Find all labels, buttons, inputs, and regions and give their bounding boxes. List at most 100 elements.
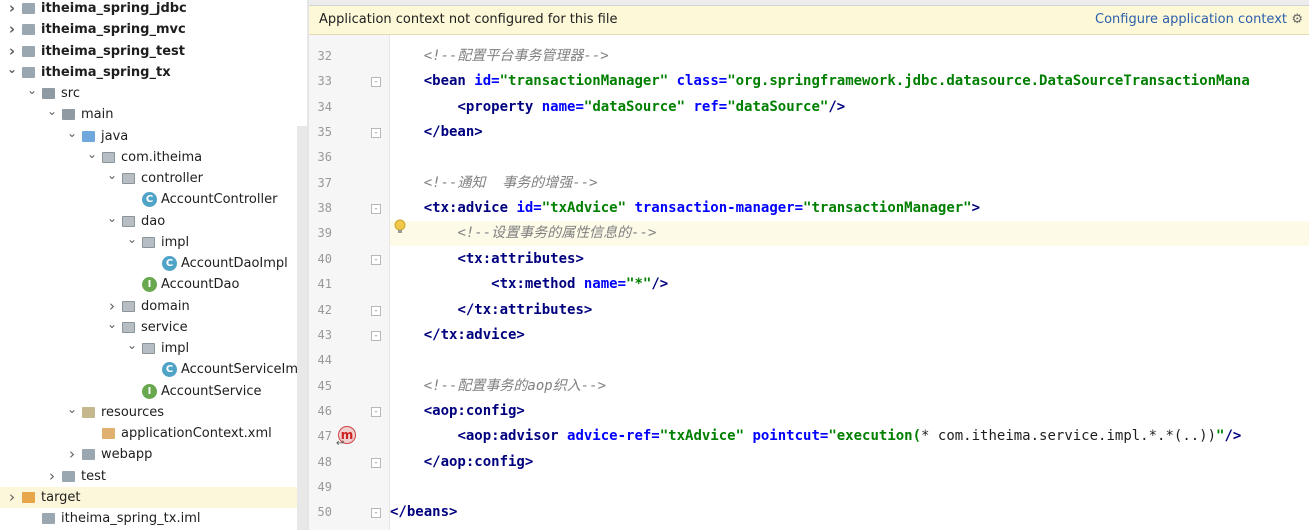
tree-item[interactable]: applicationContext.xml — [0, 423, 297, 444]
fold-marker-icon[interactable]: - — [371, 508, 381, 519]
chevron-down-icon[interactable]: ⌄ — [106, 211, 118, 232]
tree-item[interactable]: ⌄ com.itheima — [0, 147, 297, 168]
tree-item[interactable]: ⌄ src — [0, 83, 297, 104]
tree-item[interactable]: itheima_spring_tx.iml — [0, 508, 297, 529]
chevron-down-icon[interactable]: ⌄ — [26, 83, 38, 104]
tree-item[interactable]: ⌄ java — [0, 126, 297, 147]
line-number: 50 — [317, 505, 332, 520]
fold-marker-icon[interactable]: - — [371, 330, 381, 341]
tree-item[interactable]: › itheima_spring_jdbc — [0, 0, 297, 19]
tree-item-label: AccountDao — [161, 277, 240, 293]
interface-icon: I — [142, 383, 157, 399]
code-line[interactable]: </aop:config> — [390, 450, 1309, 475]
folder-icon — [82, 130, 95, 142]
chevron-down-icon[interactable]: ⌄ — [126, 232, 138, 253]
chevron-down-icon[interactable]: ⌄ — [46, 104, 58, 125]
gear-icon[interactable]: ⚙ — [1291, 6, 1303, 34]
tree-item[interactable]: › itheima_spring_test — [0, 41, 297, 62]
chevron-right-icon[interactable]: › — [6, 0, 18, 19]
tree-item[interactable]: ⌄ main — [0, 104, 297, 125]
fold-marker-icon[interactable]: - — [371, 77, 381, 88]
code-line[interactable]: </tx:attributes> — [390, 298, 1309, 323]
code-line[interactable]: <!--配置事务的aop织入--> — [390, 374, 1309, 399]
tree-item[interactable]: ⌄ resources — [0, 402, 297, 423]
chevron-down-icon[interactable]: ⌄ — [66, 126, 78, 147]
fold-marker-icon[interactable]: - — [371, 204, 381, 215]
chevron-right-icon[interactable]: › — [6, 19, 18, 40]
chevron-down-icon[interactable]: ⌄ — [106, 168, 118, 189]
configure-context-link[interactable]: Configure application context — [1095, 6, 1287, 34]
tree-item[interactable]: I AccountService — [0, 381, 297, 402]
code-token: <tx:method — [491, 276, 584, 293]
code-line[interactable] — [390, 348, 1309, 373]
folder-icon — [82, 406, 95, 418]
tree-item[interactable]: C AccountController — [0, 189, 297, 210]
chevron-down-icon[interactable]: ⌄ — [66, 402, 78, 423]
tree-item[interactable]: I AccountDao — [0, 274, 297, 295]
chevron-right-icon[interactable]: › — [6, 41, 18, 62]
tree-item[interactable]: › itheima_spring_mvc — [0, 19, 297, 40]
code-line[interactable]: <!--通知 事务的增强--> — [390, 171, 1309, 196]
code-line[interactable]: </bean> — [390, 120, 1309, 145]
line-number: 37 — [317, 175, 332, 190]
code-line[interactable]: </tx:advice> — [390, 323, 1309, 348]
tree-item[interactable]: › target — [0, 486, 297, 508]
code-line[interactable]: <tx:method name="*"/> — [390, 272, 1309, 297]
package-icon — [102, 151, 115, 163]
chevron-down-icon[interactable]: ⌄ — [86, 147, 98, 168]
chevron-right-icon[interactable]: › — [106, 296, 118, 317]
chevron-right-icon[interactable]: › — [6, 487, 18, 508]
code-line[interactable] — [390, 475, 1309, 500]
code-line[interactable]: <tx:attributes> — [390, 247, 1309, 272]
code-line[interactable]: </beans> — [390, 500, 1309, 525]
code-token: <property — [457, 98, 542, 115]
tree-item[interactable]: ⌄ itheima_spring_tx — [0, 62, 297, 83]
aop-method-icon[interactable]: m ↩ — [336, 424, 358, 449]
code-line[interactable]: <aop:advisor advice-ref="txAdvice" point… — [390, 424, 1309, 449]
tree-item[interactable]: › webapp — [0, 444, 297, 465]
fold-marker-icon[interactable]: - — [371, 305, 381, 316]
tree-item[interactable]: › test — [0, 466, 297, 487]
code-line[interactable]: <!--配置平台事务管理器--> — [390, 44, 1309, 69]
tree-item[interactable]: ⌄ impl — [0, 338, 297, 359]
tree-item[interactable]: ⌄ impl — [0, 232, 297, 253]
chevron-right-icon[interactable]: › — [46, 466, 58, 487]
tree-scrollbar[interactable] — [297, 126, 307, 530]
tree-item[interactable]: ⌄ dao — [0, 211, 297, 232]
code-line[interactable]: <property name="dataSource" ref="dataSou… — [390, 95, 1309, 120]
chevron-down-icon[interactable]: ⌄ — [106, 317, 118, 338]
fold-marker-icon[interactable]: - — [371, 457, 381, 468]
tree-item-label: AccountController — [161, 192, 278, 208]
chevron-right-icon[interactable]: › — [66, 444, 78, 465]
banner-message: Application context not configured for t… — [319, 12, 618, 27]
tree-item-label: test — [81, 468, 106, 484]
code-line[interactable]: <bean id="transactionManager" class="org… — [390, 69, 1309, 94]
tree-item-label: main — [81, 107, 114, 123]
code-token: /> — [651, 276, 669, 293]
code-line[interactable]: <tx:advice id="txAdvice" transaction-man… — [390, 196, 1309, 221]
tree-item[interactable]: C AccountServiceImpl — [0, 359, 307, 380]
tree-item[interactable]: › domain — [0, 296, 297, 317]
code-line[interactable]: <aop:config> — [390, 399, 1309, 424]
code-line[interactable]: <!--设置事务的属性信息的--> — [390, 221, 1309, 247]
chevron-down-icon[interactable]: ⌄ — [6, 62, 18, 83]
fold-marker-icon[interactable]: - — [371, 254, 381, 265]
code-token: name= — [541, 98, 584, 115]
lightbulb-icon[interactable] — [393, 219, 407, 235]
tree-item-label: AccountServiceImpl — [181, 362, 307, 378]
tree-item[interactable]: C AccountDaoImpl — [0, 253, 297, 274]
code-line[interactable] — [390, 145, 1309, 170]
code-token: "dataSource" — [583, 98, 694, 115]
tree-item[interactable]: ⌄ service — [0, 317, 297, 338]
code-token: "org.springframework.jdbc.datasource.Dat… — [727, 73, 1250, 90]
tree-item[interactable]: ⌄ controller — [0, 168, 297, 189]
chevron-down-icon[interactable]: ⌄ — [126, 338, 138, 359]
tree-item-label: com.itheima — [121, 149, 203, 165]
line-number: 32 — [317, 49, 332, 63]
fold-marker-icon[interactable]: - — [371, 128, 381, 139]
fold-marker-icon[interactable]: - — [371, 406, 381, 417]
